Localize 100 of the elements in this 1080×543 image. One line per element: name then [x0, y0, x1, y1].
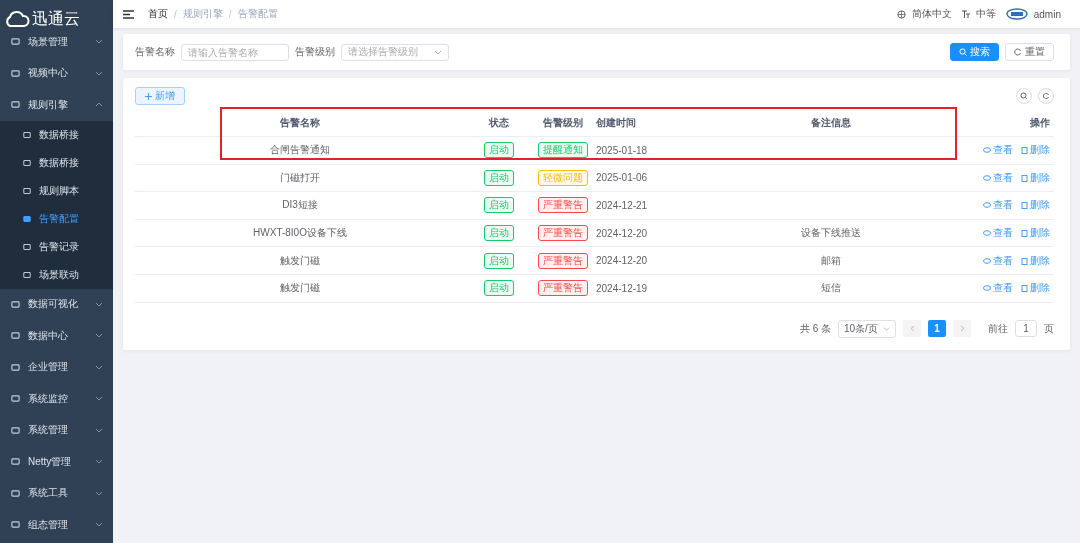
input-field[interactable]: 请输入告警名称: [181, 43, 289, 61]
menu-item[interactable]: 视频中心: [0, 57, 113, 89]
table-cell-text: 触发门磁: [279, 281, 321, 296]
menu-item[interactable]: 系统监控: [0, 383, 113, 415]
level-tag: 严重警告: [538, 225, 588, 242]
globe-icon: [896, 9, 906, 19]
chevron-icon: [95, 301, 103, 307]
chevron-icon: [883, 326, 890, 331]
cloud-icon: [4, 10, 30, 28]
font-size-icon: [961, 10, 970, 18]
chevron-icon: [95, 70, 103, 76]
level-tag: 轻微问题: [538, 169, 588, 186]
table-cell-text: 2024-12-19: [595, 282, 649, 294]
menu-item[interactable]: 数据可视化: [0, 288, 113, 320]
submenu-item[interactable]: 告警配置: [0, 204, 113, 233]
goto-label: 前往: [988, 321, 1008, 336]
total-count: 共 6 条: [799, 321, 831, 336]
trash-icon: [1021, 284, 1028, 293]
chevron-icon: [95, 333, 103, 339]
language-selector[interactable]: 简体中文: [911, 7, 952, 21]
table-cell-text: 2025-01-06: [595, 172, 649, 184]
chevron-icon: [95, 364, 103, 370]
table-cell-text: 合闸告警通知: [269, 143, 331, 158]
chevron-icon: [95, 39, 103, 45]
chevron-icon: [95, 459, 103, 465]
menu-item[interactable]: 场景管理: [0, 26, 113, 58]
menu-item[interactable]: 数据中心: [0, 320, 113, 352]
trash-icon: [1021, 229, 1028, 238]
table-cell-text: 2025-01-18: [595, 144, 649, 156]
chevron-left-icon: [909, 325, 915, 333]
username[interactable]: admin: [1033, 8, 1061, 20]
breadcrumb-separator: /: [228, 8, 232, 20]
chevron-icon: [95, 427, 103, 433]
trash-icon: [1021, 173, 1028, 182]
level-tag: 严重警告: [538, 280, 588, 297]
refresh-icon: [1014, 48, 1022, 56]
eye-icon: [983, 285, 991, 292]
column-header: 备注信息: [810, 116, 852, 130]
column-header: 告警级别: [542, 116, 584, 130]
column-header: 状态: [487, 116, 510, 130]
page-size-select[interactable]: 10条/页: [838, 319, 896, 338]
chevron-icon: [95, 490, 103, 496]
submenu-item[interactable]: 场景联动: [0, 260, 113, 289]
table-cell-text: HWXT-8I0O设备下线: [252, 226, 348, 241]
status-tag: 启动: [484, 225, 514, 242]
status-tag: 启动: [484, 142, 514, 159]
table-cell-text: 2024-12-20: [595, 227, 649, 239]
trash-icon: [1021, 146, 1028, 155]
chevron-right-icon: [959, 325, 965, 333]
status-tag: 启动: [484, 252, 514, 269]
submenu-item[interactable]: 告警记录: [0, 232, 113, 261]
logo-text: 迅通云: [32, 8, 80, 29]
page-unit: 页: [1044, 321, 1054, 336]
menu-item[interactable]: Netty管理: [0, 446, 113, 478]
chevron-icon: [95, 102, 103, 108]
level-tag: 严重警告: [538, 252, 588, 269]
table-cell-text: 2024-12-20: [595, 255, 649, 267]
menu-item[interactable]: 企业管理: [0, 351, 113, 383]
table-cell-text: 门磁打开: [279, 170, 321, 185]
menu-item[interactable]: 系统工具: [0, 477, 113, 509]
submenu-item[interactable]: 数据桥接: [0, 148, 113, 177]
status-tag: 启动: [484, 197, 514, 214]
status-tag: 启动: [484, 169, 514, 186]
chevron-icon: [95, 396, 103, 402]
eye-icon: [983, 230, 991, 237]
size-selector[interactable]: 中等: [975, 7, 996, 21]
eye-icon: [983, 174, 991, 181]
column-header: 创建时间: [595, 116, 637, 130]
submenu-item[interactable]: 规则脚本: [0, 176, 113, 205]
search-icon: [959, 48, 967, 56]
eye-icon: [983, 147, 991, 154]
chevron-icon: [95, 522, 103, 528]
table-cell: 邮箱: [821, 253, 841, 268]
eye-icon: [983, 257, 991, 264]
eye-icon: [983, 202, 991, 209]
plus-icon: [145, 92, 152, 100]
table-cell: 设备下线推送: [801, 226, 861, 241]
table-cell-text: 2024-12-21: [595, 200, 649, 211]
submenu-item[interactable]: 数据桥接: [0, 120, 113, 149]
table-cell-text: 触发门磁: [279, 253, 321, 268]
column-header: 操作: [1029, 116, 1051, 130]
search-icon[interactable]: [1016, 88, 1032, 104]
trash-icon: [1021, 256, 1028, 265]
menu-item[interactable]: 系统管理: [0, 414, 113, 446]
level-tag: 严重警告: [538, 197, 588, 214]
chevron-icon: [434, 49, 442, 55]
breadcrumb-separator: /: [174, 8, 177, 20]
filter-label: 告警名称: [135, 45, 175, 59]
menu-item[interactable]: 组态管理: [0, 509, 113, 541]
page-input[interactable]: 1: [1015, 320, 1037, 338]
reset-button[interactable]: 重置: [1005, 43, 1054, 61]
refresh-icon[interactable]: [1038, 88, 1054, 104]
column-header: 告警名称: [279, 116, 321, 130]
level-tag: 提醒通知: [538, 142, 588, 159]
breadcrumb-link[interactable]: 首页: [148, 7, 168, 21]
filter-label: 告警级别: [295, 45, 335, 59]
table-cell-text: DI3短接: [281, 198, 319, 213]
status-tag: 启动: [484, 280, 514, 297]
table-cell: 短信: [821, 281, 841, 296]
menu-item[interactable]: 规则引擎: [0, 89, 113, 121]
